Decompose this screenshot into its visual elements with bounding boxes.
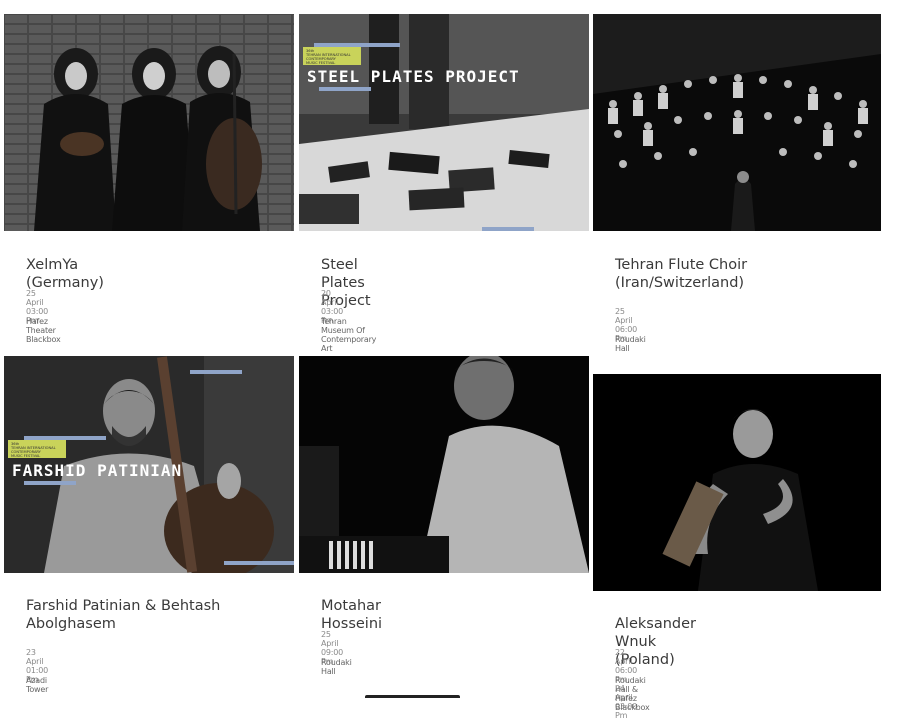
- event-venue: Hafez Theater Blackbox: [26, 317, 61, 344]
- decor-bar: [190, 370, 242, 374]
- image-overlay-title: STEEL PLATES PROJECT: [307, 67, 520, 86]
- decor-bar: [24, 481, 76, 485]
- decor-bar: [224, 561, 294, 565]
- event-title[interactable]: Farshid Patinian & Behtash Abolghasem: [26, 597, 236, 633]
- event-venue: Azadi Tower: [26, 676, 49, 694]
- event-title[interactable]: Tehran Flute Choir (Iran/Switzerland): [615, 256, 775, 292]
- event-image[interactable]: [593, 374, 881, 591]
- event-venue: Roudaki Hall: [321, 658, 352, 676]
- event-title[interactable]: Motahar Hosseini: [321, 597, 382, 633]
- decor-bar: [319, 87, 371, 91]
- event-venue: Roudaki Hall: [615, 335, 646, 353]
- event-image[interactable]: 36th TEHRAN INTERNATIONAL CONTEMPORARY MUSI…: [4, 356, 294, 573]
- festival-tag: 36th TEHRAN INTERNATIONAL CONTEMPORARY MUSI…: [303, 47, 361, 65]
- festival-tag: 36th TEHRAN INTERNATIONAL CONTEMPORARY MUSI…: [8, 440, 66, 458]
- event-image[interactable]: [4, 14, 294, 231]
- event-image[interactable]: 36th TEHRAN INTERNATIONAL CONTEMPORARY MUSI…: [299, 14, 589, 231]
- decor-bar: [482, 227, 534, 231]
- event-venue: Tehran Museum Of Contemporary Art: [321, 317, 377, 353]
- event-venue: Roudaki Hall & Hafez Blackbox: [615, 676, 650, 712]
- event-title[interactable]: XelmYa (Germany): [26, 256, 104, 292]
- event-image[interactable]: [593, 14, 881, 231]
- event-image[interactable]: [299, 356, 589, 573]
- image-overlay-title: FARSHID PATINIAN: [12, 461, 183, 480]
